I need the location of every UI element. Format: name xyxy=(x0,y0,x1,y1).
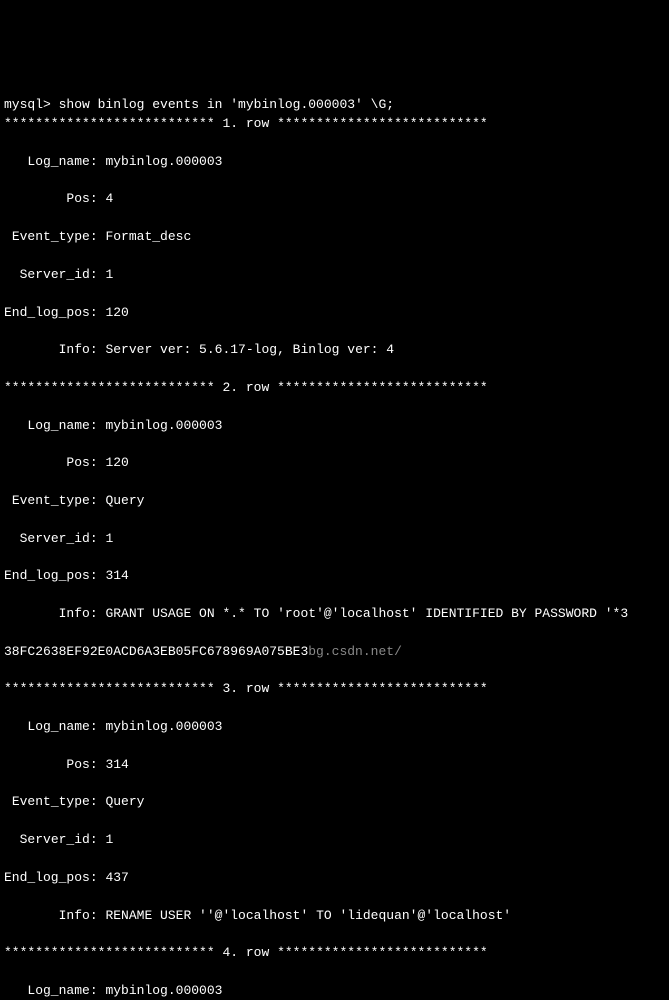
field-end-log-pos: End_log_pos: 314 xyxy=(4,567,665,586)
terminal-output: mysql> show binlog events in 'mybinlog.0… xyxy=(0,75,669,1000)
field-info: Info: GRANT USAGE ON *.* TO 'root'@'loca… xyxy=(4,605,665,624)
field-server-id: Server_id: 1 xyxy=(4,266,665,285)
field-pos: Pos: 120 xyxy=(4,454,665,473)
field-event-type: Event_type: Format_desc xyxy=(4,228,665,247)
field-log-name: Log_name: mybinlog.000003 xyxy=(4,417,665,436)
field-log-name: Log_name: mybinlog.000003 xyxy=(4,982,665,1000)
field-log-name: Log_name: mybinlog.000003 xyxy=(4,718,665,737)
field-end-log-pos: End_log_pos: 120 xyxy=(4,304,665,323)
field-server-id: Server_id: 1 xyxy=(4,831,665,850)
row-separator: *************************** 4. row *****… xyxy=(4,944,665,963)
field-server-id: Server_id: 1 xyxy=(4,530,665,549)
field-info: Info: Server ver: 5.6.17-log, Binlog ver… xyxy=(4,341,665,360)
field-pos: Pos: 314 xyxy=(4,756,665,775)
mysql-prompt: mysql> xyxy=(4,97,59,112)
field-event-type: Event_type: Query xyxy=(4,492,665,511)
row-separator: *************************** 3. row *****… xyxy=(4,680,665,699)
field-info: Info: RENAME USER ''@'localhost' TO 'lid… xyxy=(4,907,665,926)
row-separator: *************************** 2. row *****… xyxy=(4,379,665,398)
field-end-log-pos: End_log_pos: 437 xyxy=(4,869,665,888)
field-log-name: Log_name: mybinlog.000003 xyxy=(4,153,665,172)
field-event-type: Event_type: Query xyxy=(4,793,665,812)
sql-command: show binlog events in 'mybinlog.000003' … xyxy=(59,97,394,112)
field-info-continuation: 38FC2638EF92E0ACD6A3EB05FC678969A075BE3b… xyxy=(4,643,665,662)
watermark-text: bg.csdn.net/ xyxy=(308,644,402,659)
row-separator: *************************** 1. row *****… xyxy=(4,115,665,134)
field-pos: Pos: 4 xyxy=(4,190,665,209)
